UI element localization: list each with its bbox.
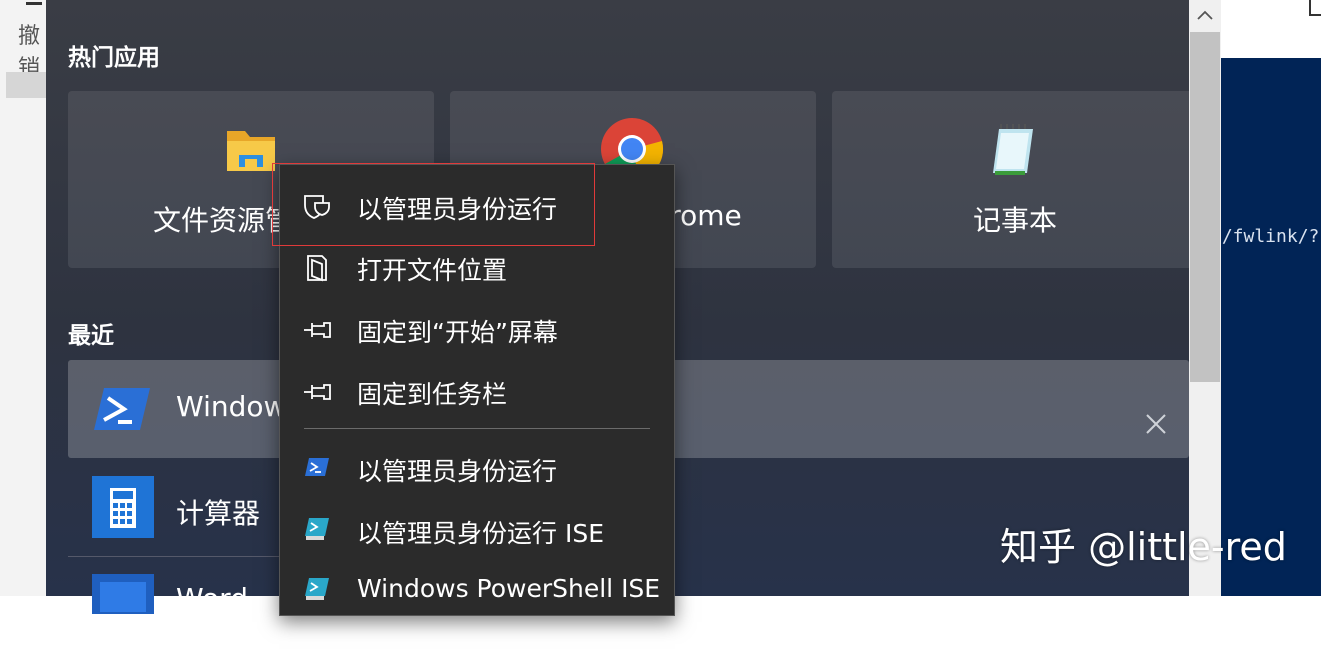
- menu-item-label: 以管理员身份运行: [357, 457, 558, 486]
- background-app: 撤销: [0, 0, 46, 596]
- powershell-icon: [94, 388, 150, 430]
- menu-item-label: 固定到任务栏: [357, 380, 508, 409]
- word-icon: [92, 574, 154, 614]
- menu-item-pin-to-start[interactable]: 固定到“开始”屏幕: [280, 303, 674, 357]
- close-icon[interactable]: [1144, 412, 1168, 436]
- browser-frame: [1221, 0, 1321, 59]
- menu-item-run-as-admin-powershell[interactable]: 以管理员身份运行: [280, 442, 674, 496]
- menu-item-powershell-ise[interactable]: Windows PowerShell ISE: [280, 564, 674, 618]
- menu-item-label: 以管理员身份运行 ISE: [357, 519, 604, 548]
- powershell-ise-icon: [305, 518, 329, 540]
- file-explorer-icon: [227, 131, 275, 171]
- scroll-thumb[interactable]: [1190, 32, 1220, 382]
- url-fragment: n/fwlink/?: [1211, 226, 1320, 247]
- menu-item-label: 固定到“开始”屏幕: [357, 318, 558, 347]
- menu-item-open-file-location[interactable]: 打开文件位置: [280, 241, 674, 295]
- popular-apps-title: 热门应用: [68, 45, 160, 71]
- background-bar: [6, 72, 46, 98]
- window-corner: [1309, 0, 1321, 16]
- menu-separator: [304, 428, 650, 429]
- pin-icon: [304, 384, 331, 400]
- recent-title: 最近: [68, 323, 114, 349]
- minimize-glyph: [26, 2, 42, 5]
- scrollbar[interactable]: [1189, 0, 1221, 596]
- recent-label: Word: [176, 582, 248, 615]
- calculator-icon: [92, 476, 154, 538]
- menu-item-label: Windows PowerShell ISE: [357, 574, 661, 603]
- background-browser: n/fwlink/?: [1211, 0, 1321, 596]
- menu-item-run-as-admin-ise[interactable]: 以管理员身份运行 ISE: [280, 504, 674, 558]
- folder-location-icon: [307, 255, 327, 282]
- notepad-icon: [993, 124, 1033, 175]
- powershell-icon: [305, 458, 329, 476]
- chevron-up-icon[interactable]: [1193, 2, 1217, 28]
- recent-label: 计算器: [176, 497, 261, 530]
- tile-notepad[interactable]: 记事本: [832, 91, 1198, 268]
- pin-icon: [304, 322, 331, 338]
- highlight-annotation: [272, 163, 595, 246]
- menu-item-pin-to-taskbar[interactable]: 固定到任务栏: [280, 365, 674, 419]
- menu-item-label: 打开文件位置: [357, 256, 508, 285]
- watermark: 知乎 @little-red: [1000, 525, 1287, 569]
- tile-label: 记事本: [972, 204, 1057, 237]
- powershell-ise-icon: [305, 578, 329, 600]
